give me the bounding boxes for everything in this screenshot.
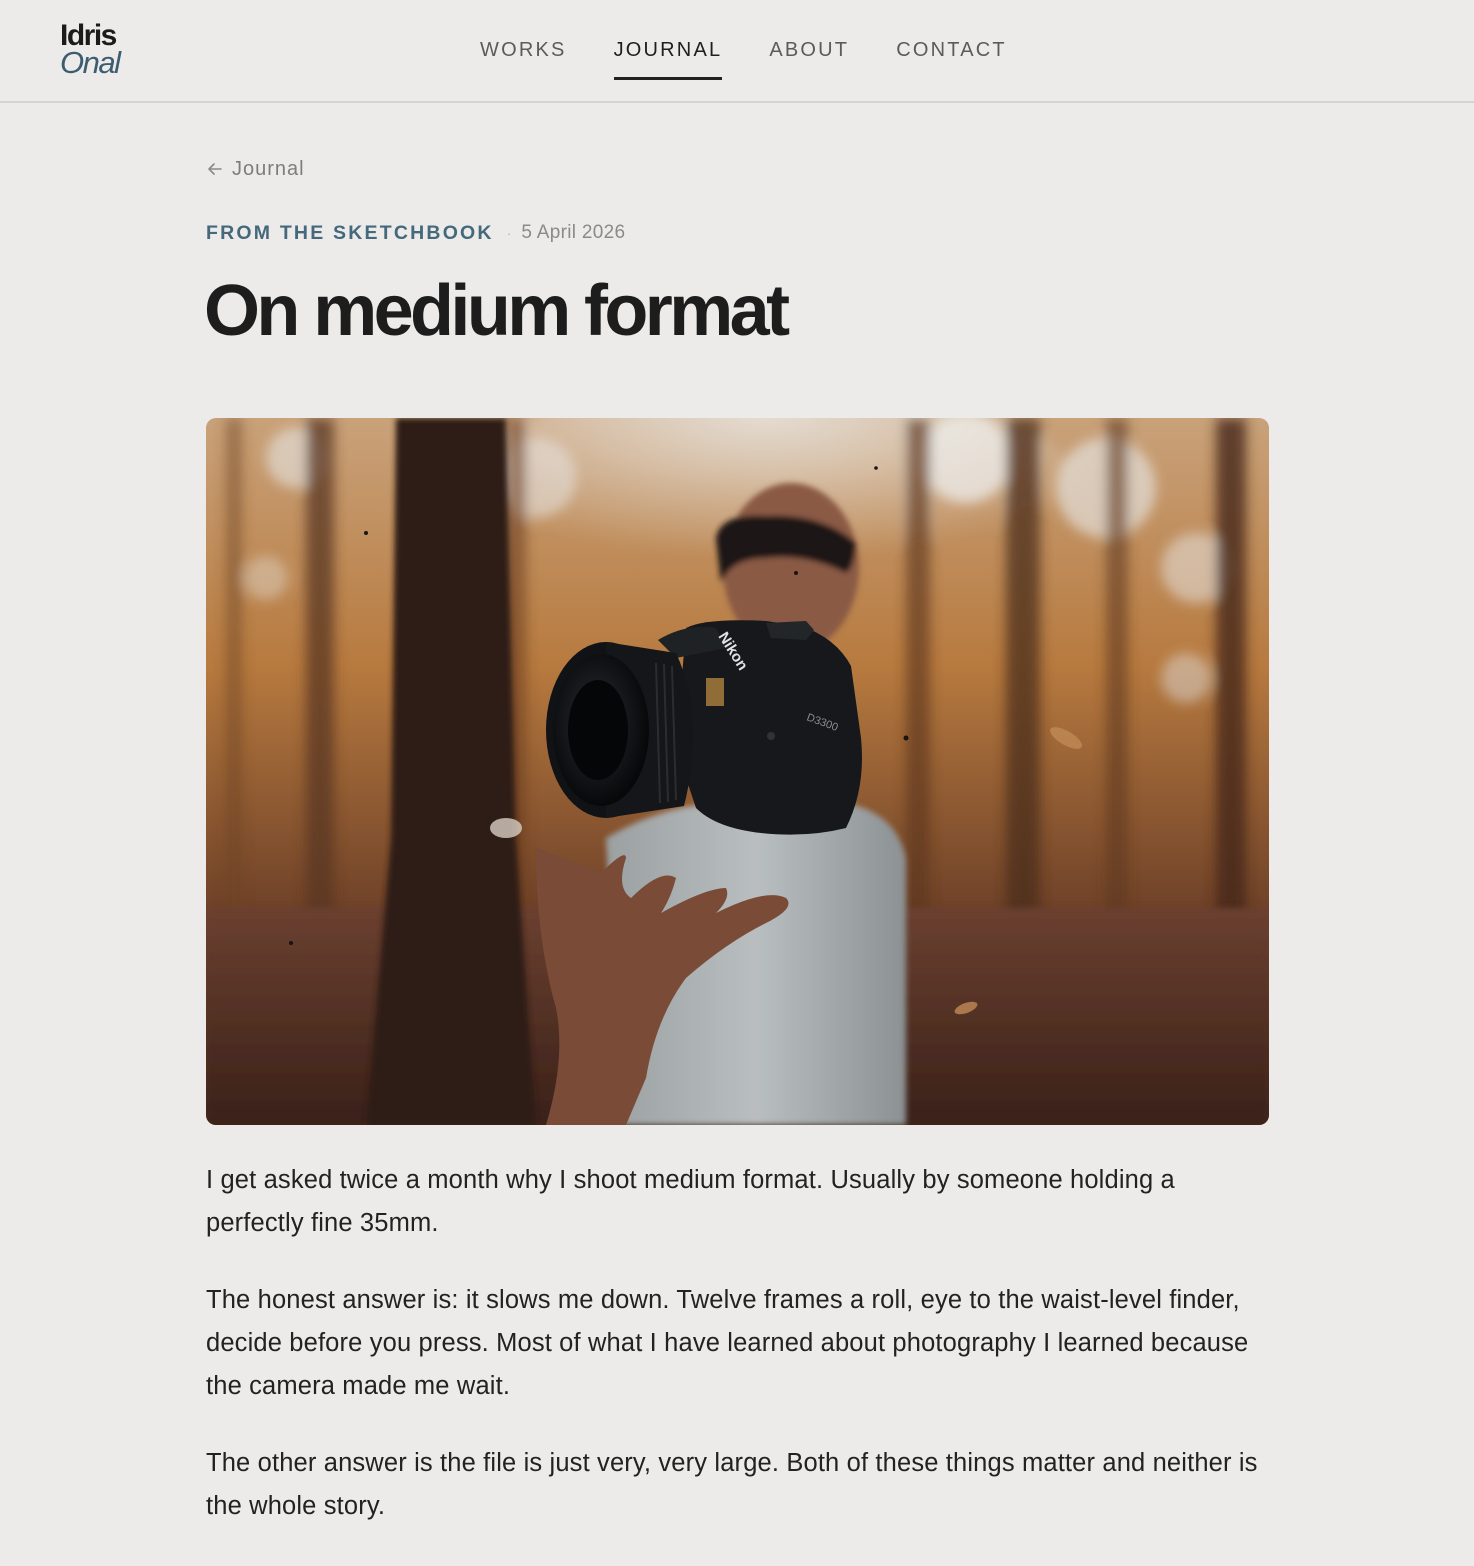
article-meta: FROM THE SKETCHBOOK · 5 April 2026 [206, 220, 625, 246]
nav-item-contact[interactable]: CONTACT [896, 36, 1007, 80]
paragraph-2: The honest answer is: it slows me down. … [206, 1286, 1249, 1400]
hero-image: Nikon D3300 [206, 418, 1269, 1125]
logo-last-name: Onal [60, 45, 121, 80]
nav-item-journal[interactable]: JOURNAL [613, 36, 723, 80]
main-nav: WORKS JOURNAL ABOUT CONTACT [480, 36, 1007, 80]
back-to-journal-link[interactable]: Journal [206, 155, 305, 183]
category-label[interactable]: FROM THE SKETCHBOOK [206, 222, 494, 245]
publish-date: 5 April 2026 [521, 222, 626, 243]
article-title: On medium format [204, 271, 790, 351]
arrow-left-icon [208, 163, 222, 175]
site-logo[interactable]: Idris Onal [60, 21, 121, 80]
article-body: I get asked twice a month why I shoot me… [206, 1159, 1269, 1562]
hero-photo-illustration: Nikon D3300 [206, 418, 1269, 1125]
meta-separator: · [506, 225, 512, 241]
nav-item-about[interactable]: ABOUT [769, 36, 849, 80]
site-header: Idris Onal WORKS JOURNAL ABOUT CONTACT [0, 0, 1474, 103]
paragraph-3: The other answer is the file is just ver… [206, 1449, 1258, 1520]
back-link-label: Journal [232, 157, 305, 180]
nav-item-works[interactable]: WORKS [480, 36, 567, 80]
paragraph-1: I get asked twice a month why I shoot me… [206, 1166, 1175, 1237]
